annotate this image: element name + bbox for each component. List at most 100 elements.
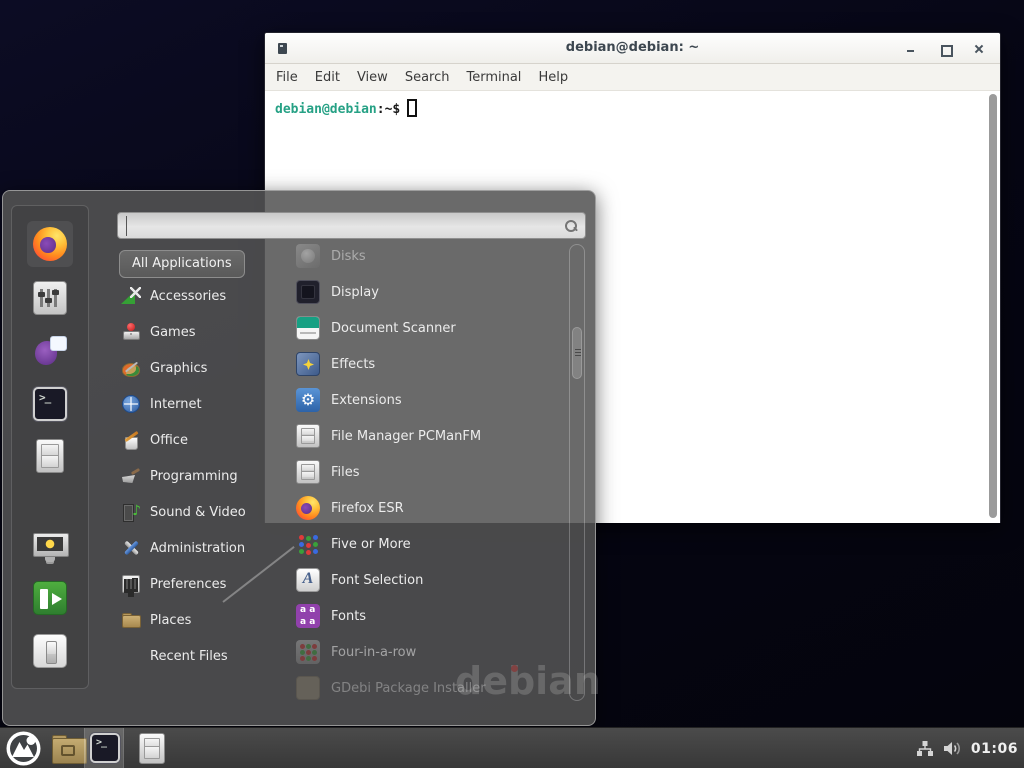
category-preferences[interactable]: Preferences bbox=[121, 566, 267, 602]
preferences-icon bbox=[121, 574, 141, 594]
distro-logo-icon bbox=[6, 731, 41, 766]
firefox-icon bbox=[33, 227, 67, 261]
firefox-esr-icon bbox=[296, 496, 320, 520]
menu-search-input[interactable] bbox=[126, 216, 556, 236]
app-firefox-esr[interactable]: Firefox ESR bbox=[284, 490, 566, 526]
app-files[interactable]: Files bbox=[284, 454, 566, 490]
accessories-icon bbox=[121, 286, 141, 306]
terminal-scrollbar[interactable] bbox=[988, 93, 998, 519]
category-graphics[interactable]: Graphics bbox=[121, 350, 267, 386]
terminal-menubar: File Edit View Search Terminal Help bbox=[265, 64, 1000, 91]
favorite-terminal-button[interactable] bbox=[33, 387, 67, 421]
category-programming[interactable]: Programming bbox=[121, 458, 267, 494]
games-icon bbox=[121, 322, 141, 342]
favorite-files-button[interactable] bbox=[33, 439, 67, 473]
menu-search-box bbox=[117, 212, 586, 239]
logout-icon bbox=[33, 581, 67, 615]
terminal-scrollbar-thumb[interactable] bbox=[989, 94, 997, 518]
category-places[interactable]: Places bbox=[121, 602, 267, 638]
gdebi-icon bbox=[296, 676, 320, 700]
menu-view[interactable]: View bbox=[357, 70, 388, 85]
taskbar-file-manager-launcher[interactable] bbox=[52, 735, 85, 762]
taskbar-terminal-window-button[interactable] bbox=[84, 728, 124, 768]
office-icon bbox=[121, 430, 141, 450]
favorite-control-center-button[interactable] bbox=[33, 281, 67, 315]
sound-video-icon bbox=[121, 502, 141, 522]
file-manager-icon bbox=[296, 424, 320, 448]
app-extensions[interactable]: Extensions bbox=[284, 382, 566, 418]
volume-icon[interactable] bbox=[943, 740, 962, 757]
taskbar-clock[interactable]: 01:06 bbox=[971, 741, 1018, 757]
taskbar: 01:06 bbox=[0, 727, 1024, 768]
app-fonts[interactable]: Fonts bbox=[284, 598, 566, 634]
display-icon bbox=[296, 280, 320, 304]
app-four-in-a-row[interactable]: Four-in-a-row bbox=[284, 634, 566, 670]
file-cabinet-icon bbox=[139, 733, 165, 764]
menu-search[interactable]: Search bbox=[405, 70, 450, 85]
category-sound-video[interactable]: Sound & Video bbox=[121, 494, 267, 530]
category-administration[interactable]: Administration bbox=[121, 530, 267, 566]
document-scanner-icon bbox=[296, 316, 320, 340]
four-in-a-row-icon bbox=[296, 640, 320, 664]
programming-icon bbox=[121, 466, 141, 486]
control-center-icon bbox=[33, 281, 67, 315]
logout-button[interactable] bbox=[33, 581, 67, 615]
search-icon bbox=[564, 219, 578, 233]
shutdown-icon bbox=[33, 634, 67, 668]
prompt-suffix: :~$ bbox=[377, 102, 400, 117]
menu-edit[interactable]: Edit bbox=[315, 70, 340, 85]
menu-scrollbar[interactable] bbox=[569, 244, 585, 701]
menu-terminal[interactable]: Terminal bbox=[466, 70, 521, 85]
category-accessories[interactable]: Accessories bbox=[121, 278, 267, 314]
app-document-scanner[interactable]: Document Scanner bbox=[284, 310, 566, 346]
shutdown-button[interactable] bbox=[33, 634, 67, 668]
taskbar-menu-button[interactable] bbox=[6, 731, 41, 766]
taskbar-tray: 01:06 bbox=[916, 728, 1018, 768]
app-font-selection[interactable]: Font Selection bbox=[284, 562, 566, 598]
maximize-button[interactable] bbox=[938, 42, 952, 56]
graphics-icon bbox=[121, 358, 141, 378]
prompt-user: debian@debian bbox=[275, 102, 377, 117]
lock-screen-icon bbox=[33, 530, 67, 564]
favorite-pidgin-button[interactable] bbox=[33, 334, 67, 368]
terminal-icon bbox=[33, 387, 67, 421]
app-disks[interactable]: Disks bbox=[284, 238, 566, 274]
network-icon[interactable] bbox=[916, 740, 934, 757]
files-icon bbox=[296, 460, 320, 484]
terminal-titlebar[interactable]: debian@debian: ~ bbox=[265, 33, 1000, 64]
favorite-firefox-button[interactable] bbox=[33, 227, 67, 261]
places-icon bbox=[121, 610, 141, 630]
terminal-icon bbox=[90, 733, 120, 763]
app-gdebi-package-installer[interactable]: GDebi Package Installer bbox=[284, 670, 566, 706]
app-effects[interactable]: Effects bbox=[284, 346, 566, 382]
category-games[interactable]: Games bbox=[121, 314, 267, 350]
menu-scrollbar-thumb[interactable] bbox=[572, 327, 582, 379]
menu-file[interactable]: File bbox=[276, 70, 298, 85]
desktop: debian@debian: ~ File Edit View Search T… bbox=[0, 0, 1024, 768]
extensions-icon bbox=[296, 388, 320, 412]
effects-icon bbox=[296, 352, 320, 376]
app-five-or-more[interactable]: Five or More bbox=[284, 526, 566, 562]
folder-icon bbox=[52, 735, 85, 762]
fonts-icon bbox=[296, 604, 320, 628]
close-button[interactable] bbox=[972, 42, 986, 56]
app-display[interactable]: Display bbox=[284, 274, 566, 310]
category-recent-files[interactable]: Recent Files bbox=[121, 638, 267, 674]
menu-help[interactable]: Help bbox=[538, 70, 568, 85]
terminal-cursor bbox=[407, 99, 417, 117]
minimize-button[interactable] bbox=[904, 42, 918, 56]
recent-files-icon bbox=[121, 646, 141, 666]
administration-icon bbox=[121, 538, 141, 558]
app-file-manager-pcmanfm[interactable]: File Manager PCManFM bbox=[284, 418, 566, 454]
taskbar-files-launcher[interactable] bbox=[136, 733, 165, 764]
disks-icon bbox=[296, 244, 320, 268]
five-or-more-icon bbox=[296, 532, 320, 556]
file-cabinet-icon bbox=[36, 439, 64, 473]
pidgin-icon bbox=[33, 334, 67, 368]
lock-screen-button[interactable] bbox=[33, 530, 67, 564]
all-applications-button[interactable]: All Applications bbox=[119, 250, 245, 278]
application-menu: debian All Applications Accessories Game… bbox=[2, 190, 596, 726]
category-internet[interactable]: Internet bbox=[121, 386, 267, 422]
category-office[interactable]: Office bbox=[121, 422, 267, 458]
terminal-title: debian@debian: ~ bbox=[265, 40, 1000, 55]
